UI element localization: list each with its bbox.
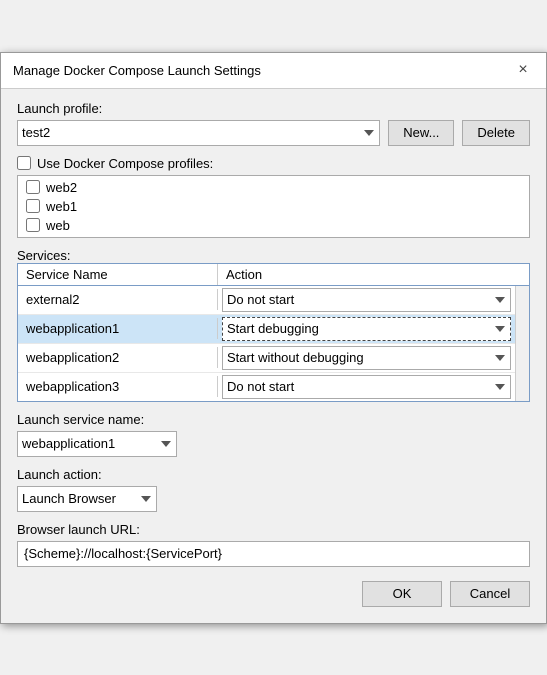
services-body: external2 Do not start Start debugging S… (18, 286, 515, 401)
launch-action-section: Launch action: Launch Browser (17, 467, 530, 512)
launch-profile-section: Launch profile: test2 New... Delete (17, 101, 530, 146)
title-bar: Manage Docker Compose Launch Settings × (1, 53, 546, 89)
service-action-webapplication3: Do not start Start debugging Start witho… (218, 373, 515, 401)
services-col-action: Action (218, 264, 529, 285)
use-docker-profiles-row: Use Docker Compose profiles: (17, 156, 530, 171)
service-action-webapplication2: Do not start Start debugging Start witho… (218, 344, 515, 372)
profile-web2-label: web2 (46, 180, 77, 195)
profile-web-label: web (46, 218, 70, 233)
profile-item-web2: web2 (26, 180, 521, 195)
table-row: webapplication2 Do not start Start debug… (18, 344, 515, 373)
browser-url-section: Browser launch URL: (17, 522, 530, 567)
service-action-select-webapplication3[interactable]: Do not start Start debugging Start witho… (222, 375, 511, 399)
service-action-select-webapplication2[interactable]: Do not start Start debugging Start witho… (222, 346, 511, 370)
cancel-button[interactable]: Cancel (450, 581, 530, 607)
launch-action-select[interactable]: Launch Browser (17, 486, 157, 512)
service-name-webapplication3: webapplication3 (18, 376, 218, 397)
table-row: external2 Do not start Start debugging S… (18, 286, 515, 315)
footer-row: OK Cancel (17, 581, 530, 607)
service-action-webapplication1: Do not start Start debugging Start witho… (218, 315, 515, 343)
docker-compose-profiles-section: Use Docker Compose profiles: web2 web1 w… (17, 156, 530, 238)
profile-web1-checkbox[interactable] (26, 199, 40, 213)
service-action-select-webapplication1[interactable]: Do not start Start debugging Start witho… (222, 317, 511, 341)
service-action-select-external2[interactable]: Do not start Start debugging Start witho… (222, 288, 511, 312)
use-docker-profiles-label: Use Docker Compose profiles: (37, 156, 213, 171)
launch-service-select[interactable]: webapplication1 (17, 431, 177, 457)
profile-web1-label: web1 (46, 199, 77, 214)
profile-web-checkbox[interactable] (26, 218, 40, 232)
service-name-webapplication2: webapplication2 (18, 347, 218, 368)
services-header: Service Name Action (18, 264, 529, 286)
table-row: webapplication1 Do not start Start debug… (18, 315, 515, 344)
services-table: Service Name Action external2 Do not sta… (17, 263, 530, 402)
dialog-title: Manage Docker Compose Launch Settings (13, 63, 261, 78)
launch-profile-select[interactable]: test2 (17, 120, 380, 146)
services-col-name: Service Name (18, 264, 218, 285)
new-button[interactable]: New... (388, 120, 454, 146)
launch-service-section: Launch service name: webapplication1 (17, 412, 530, 457)
scrollbar[interactable] (515, 286, 529, 401)
launch-profile-row: test2 New... Delete (17, 120, 530, 146)
ok-button[interactable]: OK (362, 581, 442, 607)
service-name-external2: external2 (18, 289, 218, 310)
profile-web2-checkbox[interactable] (26, 180, 40, 194)
close-button[interactable]: × (512, 59, 534, 81)
profile-item-web1: web1 (26, 199, 521, 214)
services-body-wrapper: external2 Do not start Start debugging S… (18, 286, 529, 401)
services-section: Services: Service Name Action external2 … (17, 248, 530, 402)
browser-url-input[interactable] (17, 541, 530, 567)
manage-docker-compose-dialog: Manage Docker Compose Launch Settings × … (0, 52, 547, 624)
dialog-body: Launch profile: test2 New... Delete Use … (1, 89, 546, 623)
profile-item-web: web (26, 218, 521, 233)
delete-button[interactable]: Delete (462, 120, 530, 146)
browser-url-label: Browser launch URL: (17, 522, 530, 537)
launch-service-label: Launch service name: (17, 412, 530, 427)
use-docker-profiles-checkbox[interactable] (17, 156, 31, 170)
profiles-box: web2 web1 web (17, 175, 530, 238)
launch-action-label: Launch action: (17, 467, 530, 482)
service-name-webapplication1: webapplication1 (18, 318, 218, 339)
service-action-external2: Do not start Start debugging Start witho… (218, 286, 515, 314)
launch-profile-label: Launch profile: (17, 101, 530, 116)
table-row: webapplication3 Do not start Start debug… (18, 373, 515, 401)
services-label: Services: (17, 248, 70, 263)
